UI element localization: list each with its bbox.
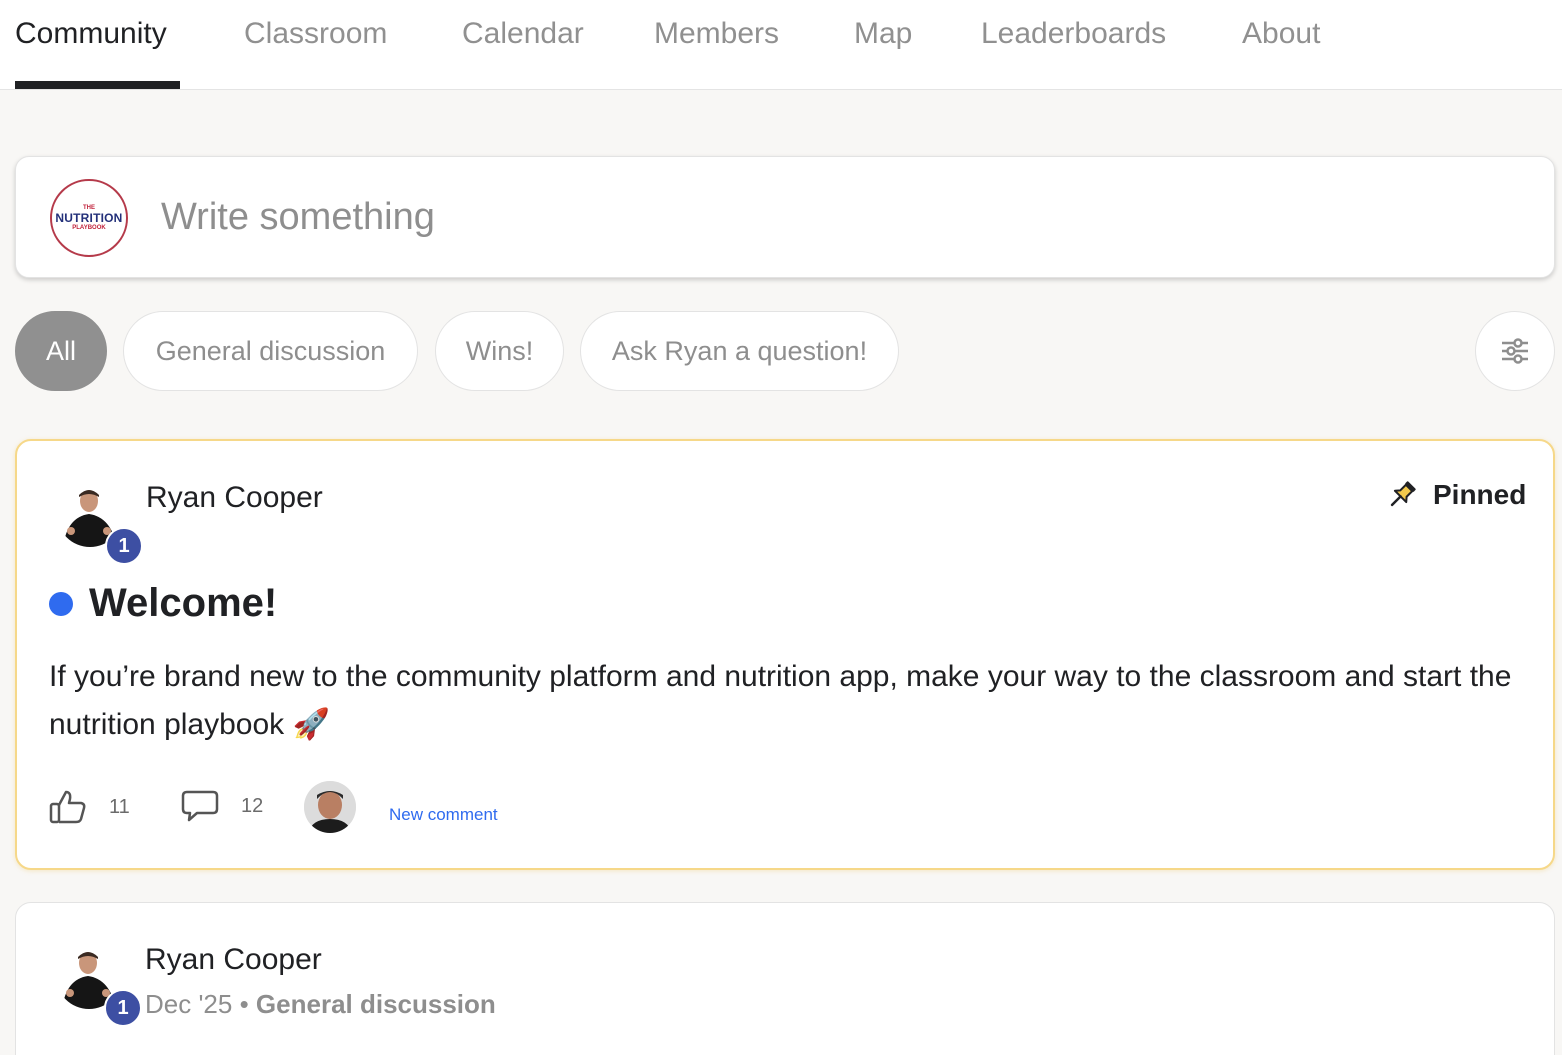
filter-chip-all[interactable]: All xyxy=(15,311,107,391)
meta-separator: • xyxy=(239,989,249,1019)
post-composer[interactable]: THE NUTRITION PLAYBOOK xyxy=(15,156,1555,278)
comment-count: 12 xyxy=(241,794,264,817)
filter-chip-wins[interactable]: Wins! xyxy=(435,311,564,391)
tab-classroom[interactable]: Classroom xyxy=(244,14,387,54)
like-count: 11 xyxy=(109,795,130,818)
logo-text-sub: PLAYBOOK xyxy=(72,224,106,231)
active-tab-indicator xyxy=(15,81,180,89)
tab-leaderboards[interactable]: Leaderboards xyxy=(981,14,1166,54)
pin-icon xyxy=(1390,481,1416,507)
top-nav: Community Classroom Calendar Members Map… xyxy=(0,0,1562,90)
sliders-icon xyxy=(1502,338,1528,364)
tab-calendar[interactable]: Calendar xyxy=(462,14,584,54)
comment-button[interactable]: 12 xyxy=(181,789,263,823)
community-logo: THE NUTRITION PLAYBOOK xyxy=(50,179,128,257)
thumbs-up-icon xyxy=(49,790,86,824)
pinned-label: Pinned xyxy=(1433,479,1527,510)
commenter-avatar[interactable] xyxy=(304,781,356,833)
post-title-text: Welcome! xyxy=(89,581,278,625)
level-badge: 1 xyxy=(105,527,143,565)
author-name[interactable]: Ryan Cooper xyxy=(146,481,323,515)
post-title[interactable]: Welcome! xyxy=(49,581,277,626)
post-meta: Dec '25 • General discussion xyxy=(145,989,496,1020)
author-avatar[interactable]: 1 xyxy=(56,943,142,1027)
filter-settings-button[interactable] xyxy=(1475,311,1555,391)
tab-community[interactable]: Community xyxy=(15,14,167,54)
post-actions: 11 12 New comment xyxy=(49,781,749,841)
comment-icon xyxy=(181,790,219,822)
post-date: Dec '25 xyxy=(145,989,233,1019)
post-category[interactable]: General discussion xyxy=(256,989,496,1019)
like-button[interactable]: 11 xyxy=(49,789,130,825)
filter-chip-general-discussion[interactable]: General discussion xyxy=(123,311,418,391)
author-avatar[interactable]: 1 xyxy=(57,481,143,565)
new-comment-link[interactable]: New comment xyxy=(389,805,498,825)
level-badge: 1 xyxy=(104,989,142,1027)
post-card[interactable]: 1 Ryan Cooper Dec '25 • General discussi… xyxy=(15,902,1555,1055)
tab-map[interactable]: Map xyxy=(854,14,912,54)
unread-dot xyxy=(49,591,73,616)
tab-about[interactable]: About xyxy=(1242,14,1320,54)
tab-members[interactable]: Members xyxy=(654,14,779,54)
filter-chip-ask-ryan[interactable]: Ask Ryan a question! xyxy=(580,311,899,391)
post-body: If you’re brand new to the community pla… xyxy=(49,660,1512,741)
write-something-input[interactable] xyxy=(161,187,1521,247)
pinned-post-card[interactable]: 1 Ryan Cooper Pinned Welcome! If you’re … xyxy=(15,439,1555,870)
author-name[interactable]: Ryan Cooper xyxy=(145,943,322,977)
logo-text-main: NUTRITION xyxy=(55,210,123,225)
pinned-indicator: Pinned xyxy=(1385,475,1526,515)
